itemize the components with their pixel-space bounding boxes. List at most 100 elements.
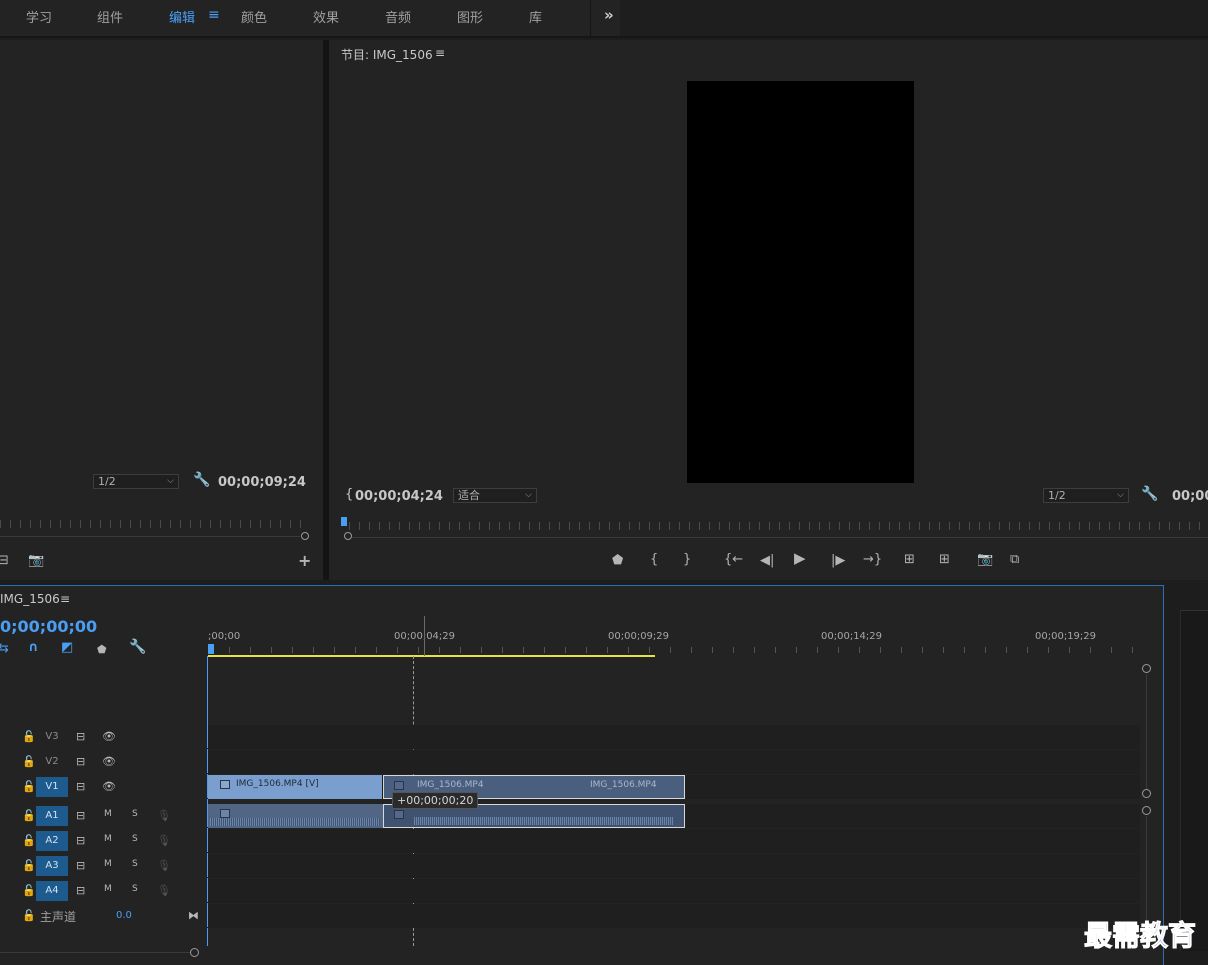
track-area-a3[interactable]: [208, 854, 1140, 878]
mic-icon[interactable]: 🎙: [157, 859, 171, 872]
plus-icon[interactable]: +: [298, 553, 311, 569]
wrench-icon[interactable]: 🔧: [129, 640, 146, 654]
step-forward-icon[interactable]: |▶: [831, 554, 845, 567]
eye-icon[interactable]: 👁: [102, 780, 116, 793]
lock-icon[interactable]: 🔓: [22, 859, 36, 872]
more-workspaces-icon[interactable]: »: [604, 6, 614, 24]
mic-icon[interactable]: 🎙: [157, 834, 171, 847]
program-timecode[interactable]: 00;00;04;24: [355, 489, 443, 504]
nest-icon[interactable]: ⇆: [0, 642, 9, 655]
camera-icon[interactable]: 📷: [28, 554, 44, 567]
work-area-bar[interactable]: [208, 655, 655, 657]
audio-clip[interactable]: [208, 804, 383, 828]
lock-icon[interactable]: 🔓: [22, 834, 36, 847]
insert-icon[interactable]: ⊟: [0, 554, 9, 567]
track-area-v1[interactable]: IMG_1506.MP4 [V] IMG_1506.MP4 IMG_1506.M…: [208, 775, 1140, 799]
lock-icon[interactable]: 🔓: [22, 780, 36, 793]
solo-button[interactable]: S: [132, 809, 138, 819]
mute-button[interactable]: M: [104, 834, 112, 844]
solo-button[interactable]: S: [132, 834, 138, 844]
eye-icon[interactable]: 👁: [102, 730, 116, 743]
lock-icon[interactable]: 🔓: [22, 755, 36, 768]
track-name[interactable]: A1: [36, 806, 68, 826]
program-time-ruler[interactable]: [349, 522, 1208, 530]
track-area-v2[interactable]: [208, 750, 1140, 774]
mute-button[interactable]: M: [104, 884, 112, 894]
scroll-handle[interactable]: [1142, 806, 1151, 815]
track-name[interactable]: V3: [36, 727, 68, 747]
program-title[interactable]: 节目: IMG_1506: [341, 46, 433, 63]
marker-icon[interactable]: ⬟: [612, 554, 623, 567]
mic-icon[interactable]: 🎙: [157, 884, 171, 897]
program-menu-icon[interactable]: ≡: [435, 46, 445, 60]
solo-button[interactable]: S: [132, 859, 138, 869]
play-icon[interactable]: ▶: [794, 551, 806, 566]
sequence-menu-icon[interactable]: ≡: [60, 592, 70, 606]
go-to-out-icon[interactable]: →}: [863, 553, 882, 566]
mark-out-icon[interactable]: }: [683, 553, 691, 566]
sync-lock-icon[interactable]: ⊟: [76, 809, 85, 822]
track-name[interactable]: V2: [36, 752, 68, 772]
eye-icon[interactable]: 👁: [102, 755, 116, 768]
track-name[interactable]: A2: [36, 831, 68, 851]
mark-in-icon[interactable]: {: [650, 553, 658, 566]
sequence-tab[interactable]: IMG_1506: [0, 592, 60, 606]
sync-lock-icon[interactable]: ⊟: [76, 859, 85, 872]
scroll-handle[interactable]: [1142, 789, 1151, 798]
lift-icon[interactable]: ⊞: [904, 553, 915, 566]
master-volume[interactable]: 0.0: [116, 910, 132, 921]
workspace-tab-assembly[interactable]: 组件: [97, 7, 123, 26]
program-fit-select[interactable]: 适合 ⌵: [453, 488, 537, 503]
program-resolution-select[interactable]: 1/2 ⌵: [1043, 488, 1129, 503]
track-name[interactable]: A4: [36, 881, 68, 901]
extract-icon[interactable]: ⊞: [939, 553, 950, 566]
workspace-tab-audio[interactable]: 音频: [385, 7, 411, 26]
source-time-ruler[interactable]: [0, 520, 310, 528]
workspace-menu-icon[interactable]: ≡: [208, 7, 220, 23]
mute-button[interactable]: M: [104, 859, 112, 869]
workspace-tab-effects[interactable]: 效果: [313, 7, 339, 26]
mute-button[interactable]: M: [104, 809, 112, 819]
lock-icon[interactable]: 🔓: [22, 730, 36, 743]
sync-lock-icon[interactable]: ⊟: [76, 730, 85, 743]
timeline-ruler[interactable]: ;00;00 00;00;04;29 00;00;09;29 00;00;14;…: [208, 616, 1140, 657]
workspace-tab-color[interactable]: 颜色: [241, 7, 267, 26]
workspace-tab-learn[interactable]: 学习: [26, 7, 52, 26]
track-area-a4[interactable]: [208, 879, 1140, 903]
horizontal-scroll-handle[interactable]: [190, 948, 199, 957]
sync-lock-icon[interactable]: ⊟: [76, 755, 85, 768]
track-area-a1[interactable]: [208, 804, 1140, 828]
track-area-a2[interactable]: [208, 829, 1140, 853]
lock-icon[interactable]: 🔓: [22, 809, 36, 822]
wrench-icon[interactable]: 🔧: [193, 473, 210, 487]
snap-icon[interactable]: ∩: [28, 641, 39, 654]
program-zoom-handle[interactable]: [344, 532, 352, 540]
linked-selection-icon[interactable]: ◩: [61, 641, 73, 654]
workspace-tab-editing[interactable]: 编辑: [169, 7, 195, 26]
source-resolution-select[interactable]: 1/2 ⌵: [93, 474, 179, 489]
source-zoom-handle[interactable]: [301, 532, 309, 540]
add-marker-icon[interactable]: ⬟: [97, 643, 107, 656]
workspace-tab-graphics[interactable]: 图形: [457, 7, 483, 26]
wrench-icon[interactable]: 🔧: [1141, 487, 1158, 501]
go-to-in-icon[interactable]: {←: [724, 553, 743, 566]
track-area-master[interactable]: [208, 904, 1140, 928]
comparison-view-icon[interactable]: ⧉: [1010, 553, 1019, 566]
sync-lock-icon[interactable]: ⊟: [76, 884, 85, 897]
go-to-end-icon[interactable]: ⧓: [188, 909, 199, 922]
track-area-v3[interactable]: [208, 725, 1140, 749]
timeline-playhead-handle[interactable]: [208, 644, 214, 654]
video-clip[interactable]: IMG_1506.MP4 [V]: [208, 775, 383, 799]
workspace-tab-libraries[interactable]: 库: [529, 7, 542, 26]
sync-lock-icon[interactable]: ⊟: [76, 780, 85, 793]
mic-icon[interactable]: 🎙: [157, 809, 171, 822]
program-playhead[interactable]: [341, 517, 347, 526]
lock-icon[interactable]: 🔓: [22, 884, 36, 897]
export-frame-icon[interactable]: 📷: [977, 553, 993, 566]
solo-button[interactable]: S: [132, 884, 138, 894]
sync-lock-icon[interactable]: ⊟: [76, 834, 85, 847]
step-back-icon[interactable]: ◀|: [760, 554, 774, 567]
lock-icon[interactable]: 🔓: [22, 909, 36, 922]
track-name[interactable]: V1: [36, 777, 68, 797]
track-name[interactable]: A3: [36, 856, 68, 876]
